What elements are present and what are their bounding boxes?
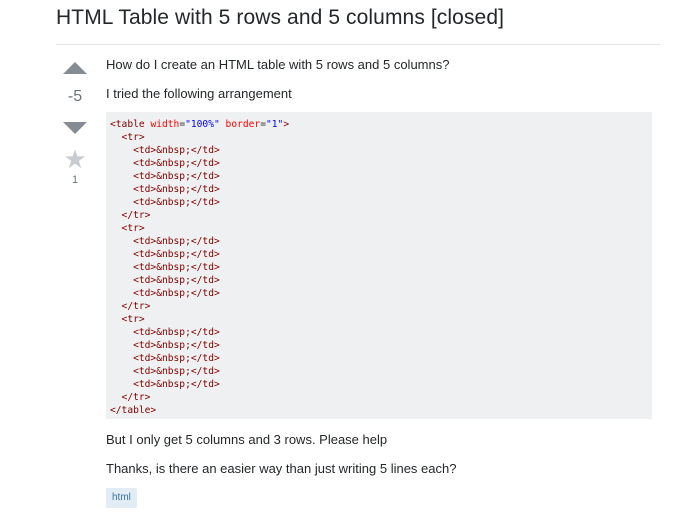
code-line: <tr> [110, 132, 145, 143]
code-line: <td>&nbsp;</td> [110, 275, 220, 286]
code-tag: <table [110, 119, 151, 130]
code-line: <td>&nbsp;</td> [110, 340, 220, 351]
code-string: "1" [265, 119, 284, 130]
code-line: <td>&nbsp;</td> [110, 262, 220, 273]
code-line: <td>&nbsp;</td> [110, 145, 220, 156]
code-line: <td>&nbsp;</td> [110, 249, 220, 260]
question-page: HTML Table with 5 rows and 5 columns [cl… [0, 0, 700, 529]
code-line: <tr> [110, 314, 145, 325]
code-line: <td>&nbsp;</td> [110, 366, 220, 377]
title-divider [56, 44, 660, 45]
post-paragraph: I tried the following arrangement [106, 86, 292, 101]
star-icon[interactable]: ★ [56, 146, 94, 172]
code-line: <td>&nbsp;</td> [110, 353, 220, 364]
code-attribute: border [225, 119, 261, 130]
code-line: <td>&nbsp;</td> [110, 236, 220, 247]
code-line: </tr> [110, 392, 151, 403]
code-line: <td>&nbsp;</td> [110, 197, 220, 208]
post-paragraph: But I only get 5 columns and 3 rows. Ple… [106, 432, 388, 447]
code-string: "100%" [185, 119, 220, 130]
upvote-arrow-icon[interactable] [63, 62, 87, 74]
vote-count: -5 [67, 88, 83, 105]
tag-html[interactable]: html [106, 488, 137, 508]
code-line: <td>&nbsp;</td> [110, 327, 220, 338]
post-paragraph: Thanks, is there an easier way than just… [106, 461, 457, 476]
question-title[interactable]: HTML Table with 5 rows and 5 columns [cl… [56, 6, 504, 30]
downvote-arrow-icon[interactable] [63, 122, 87, 134]
code-line: <tr> [110, 223, 145, 234]
code-tag: > [283, 119, 290, 130]
code-line: <td>&nbsp;</td> [110, 288, 220, 299]
code-line: <table width="100%" border="1"> [110, 118, 648, 131]
code-block: <table width="100%" border="1"> <tr> <td… [106, 112, 652, 419]
code-attribute: width [150, 119, 180, 130]
code-line: </table> [110, 405, 157, 416]
code-line: <td>&nbsp;</td> [110, 158, 220, 169]
code-line: <td>&nbsp;</td> [110, 379, 220, 390]
code-line: <td>&nbsp;</td> [110, 171, 220, 182]
code-line: </tr> [110, 210, 151, 221]
favorite-count: 1 [71, 174, 79, 186]
code-line: </tr> [110, 301, 151, 312]
code-line: <td>&nbsp;</td> [110, 184, 220, 195]
post-paragraph: How do I create an HTML table with 5 row… [106, 57, 450, 72]
